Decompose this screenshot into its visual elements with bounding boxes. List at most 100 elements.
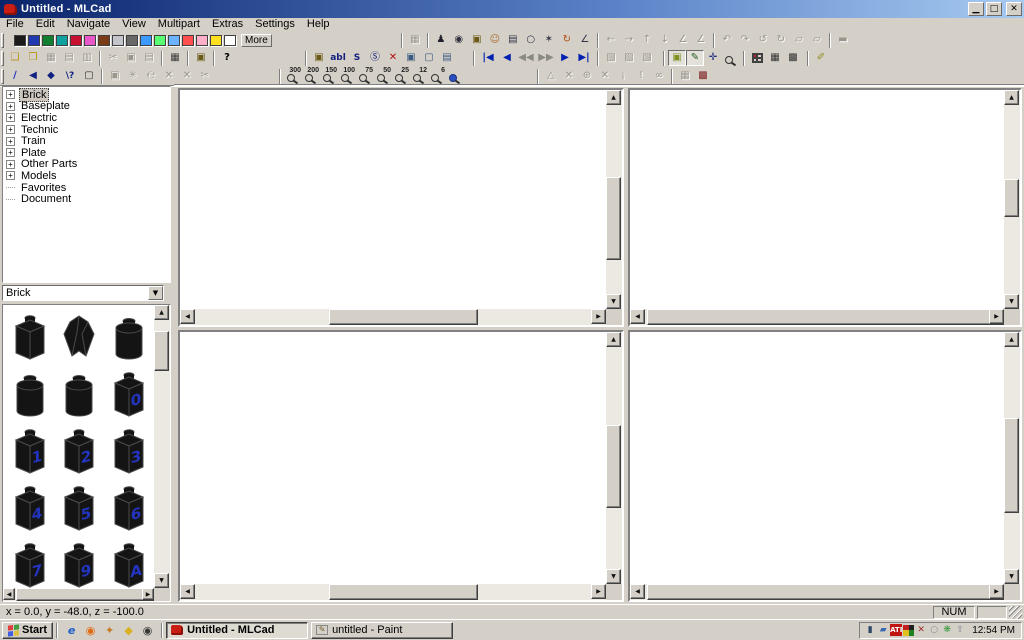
rotate-part-button[interactable]: ↻	[558, 32, 576, 48]
add-rotation-step-button[interactable]: Ⓢ	[366, 50, 384, 66]
scheduler-icon[interactable]: ○	[928, 624, 940, 636]
tree-item-train[interactable]: + Train	[6, 135, 170, 147]
color-swatch-4[interactable]	[70, 34, 82, 46]
more-colors-button[interactable]: More	[241, 33, 272, 47]
color-swatch-8[interactable]	[126, 34, 138, 46]
go-first-step-button[interactable]: |◀	[478, 50, 498, 66]
messenger-icon[interactable]: ✦	[102, 623, 117, 638]
scroll-up-button[interactable]: ▲	[606, 90, 621, 105]
tree-item-favorites[interactable]: Favorites	[6, 182, 170, 194]
part-thumbnail-5[interactable]: 0	[104, 366, 154, 423]
task-button-mlcad[interactable]: Untitled - MLCad	[166, 621, 309, 639]
add-gear-button[interactable]: ✶	[540, 32, 558, 48]
part-thumbnail-6[interactable]: 1	[5, 423, 55, 480]
tree-item-electric[interactable]: + Electric	[6, 112, 170, 124]
zoom-75-button[interactable]: 75	[356, 67, 374, 84]
part-thumbnail-1[interactable]	[55, 309, 105, 366]
color-swatch-6[interactable]	[98, 34, 110, 46]
tree-expander-icon[interactable]: +	[6, 113, 15, 123]
resize-grip-icon[interactable]	[1009, 605, 1022, 619]
tree-item-brick[interactable]: + Brick	[6, 87, 170, 102]
acrobat-icon[interactable]: ◆	[121, 623, 136, 638]
tree-expander-icon[interactable]: +	[6, 90, 15, 100]
tree-expander-icon[interactable]: +	[6, 148, 15, 158]
menu-view[interactable]: View	[116, 18, 152, 31]
tree-item-technic[interactable]: + Technic	[6, 124, 170, 136]
scroll-up-button[interactable]: ▲	[606, 332, 621, 347]
volume-icon[interactable]: ✕	[915, 624, 927, 636]
draw-comment-button[interactable]: ▢	[80, 68, 98, 84]
color-swatch-10[interactable]	[154, 34, 166, 46]
removable-device-icon[interactable]: ⇪	[954, 624, 966, 636]
part-thumbnail-9[interactable]: 4	[5, 480, 55, 537]
scroll-right-button[interactable]: ▶	[989, 309, 1004, 324]
firefox-icon[interactable]: ◉	[83, 623, 98, 638]
play-forward-button[interactable]: ▶▶	[536, 50, 556, 66]
toolbar-grip[interactable]	[1, 32, 4, 48]
add-background-button[interactable]: ▤	[438, 50, 456, 66]
part-thumbnail-0[interactable]	[5, 309, 55, 366]
color-swatch-12[interactable]	[182, 34, 194, 46]
camera-view-button[interactable]: ▤	[504, 32, 522, 48]
add-part-button[interactable]: ▣	[468, 32, 486, 48]
color-swatch-1[interactable]	[28, 34, 40, 46]
color-swatch-3[interactable]	[56, 34, 68, 46]
scroll-left-button[interactable]: ◀	[630, 584, 645, 599]
draw-quad-button[interactable]: ◆	[42, 68, 60, 84]
horizontal-scroll-thumb[interactable]	[646, 309, 1010, 325]
part-group-combobox[interactable]: Brick ▼	[2, 285, 164, 301]
toolbar-grip[interactable]	[1, 68, 4, 84]
color-swatch-13[interactable]	[196, 34, 208, 46]
vertical-scroll-thumb[interactable]	[154, 331, 169, 371]
view-panes-red-button[interactable]	[748, 50, 766, 66]
scroll-up-button[interactable]: ▲	[1004, 332, 1019, 347]
view-grid-button[interactable]: ▦	[766, 50, 784, 66]
scroll-down-button[interactable]: ▼	[154, 573, 169, 588]
color-swatch-0[interactable]	[14, 34, 26, 46]
color-swatch-2[interactable]	[42, 34, 54, 46]
color-profile-icon[interactable]	[903, 624, 915, 636]
combobox-dropdown-button[interactable]: ▼	[148, 286, 163, 300]
add-ghost-button[interactable]: ▢	[420, 50, 438, 66]
tree-expander-icon[interactable]: +	[6, 171, 15, 181]
minimize-button[interactable]: ▁	[968, 2, 984, 16]
draw-line-button[interactable]: ∕	[6, 68, 24, 84]
go-prev-step-button[interactable]: ◀	[498, 50, 516, 66]
scroll-down-button[interactable]: ▼	[1004, 294, 1019, 309]
render-view-button[interactable]: ▩	[694, 68, 712, 84]
zoom-25-button[interactable]: 25	[392, 67, 410, 84]
tree-expander-icon[interactable]: +	[6, 159, 15, 169]
color-swatch-9[interactable]	[140, 34, 152, 46]
add-part-element-button[interactable]: ▣	[310, 50, 328, 66]
scroll-down-button[interactable]: ▼	[606, 294, 621, 309]
add-minifig-button[interactable]: ♟	[432, 32, 450, 48]
tree-item-models[interactable]: + Models	[6, 170, 170, 182]
add-comment-button[interactable]: abl	[328, 50, 348, 66]
vertical-scroll-thumb[interactable]	[1004, 179, 1019, 217]
go-last-step-button[interactable]: ▶|	[574, 50, 594, 66]
move-mode-button[interactable]: ✛	[704, 50, 722, 66]
start-button[interactable]: Start	[2, 621, 54, 639]
add-buffer-button[interactable]: ▣	[402, 50, 420, 66]
open-file-button[interactable]: ❒	[24, 50, 42, 66]
scroll-right-button[interactable]: ▶	[591, 584, 606, 599]
viewport-canvas[interactable]	[630, 332, 1004, 584]
vertical-scroll-thumb[interactable]	[606, 177, 621, 261]
place-mode-button[interactable]: ▣	[668, 50, 686, 66]
zoom-100-button[interactable]: 100	[338, 67, 356, 84]
menu-file[interactable]: File	[0, 18, 30, 31]
tree-item-other-parts[interactable]: + Other Parts	[6, 158, 170, 170]
zoom-300-button[interactable]: 300	[284, 67, 302, 84]
part-thumbnail-10[interactable]: 5	[55, 480, 105, 537]
viewport-canvas[interactable]	[630, 90, 1004, 309]
color-swatch-5[interactable]	[84, 34, 96, 46]
draw-condline-button[interactable]: \?	[60, 68, 80, 84]
viewport-canvas[interactable]	[180, 90, 606, 309]
task-button-paint[interactable]: ✎ untitled - Paint	[311, 621, 454, 639]
zoom-mode-button[interactable]	[722, 50, 740, 66]
tree-item-document[interactable]: Document	[6, 193, 170, 205]
media-player-icon[interactable]: ◉	[140, 623, 155, 638]
internet-explorer-icon[interactable]: e	[64, 623, 79, 638]
scroll-up-button[interactable]: ▲	[1004, 90, 1019, 105]
minifig-head-button[interactable]: ☺	[486, 32, 504, 48]
